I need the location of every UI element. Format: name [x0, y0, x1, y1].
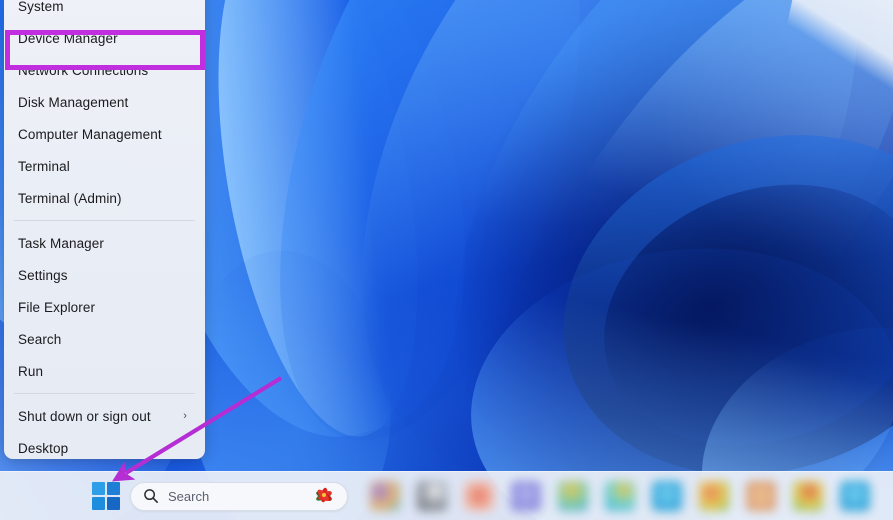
menu-list: System Device Manager Network Connection…: [4, 0, 205, 459]
wallpaper-ribbon: [184, 0, 452, 452]
start-button[interactable]: [90, 481, 122, 511]
menu-item-label: Terminal: [18, 159, 193, 174]
menu-item-label: Settings: [18, 268, 193, 283]
wallpaper-ribbon: [567, 141, 893, 489]
menu-item-terminal-admin[interactable]: Terminal (Admin): [4, 182, 205, 214]
menu-item-computer-management[interactable]: Computer Management: [4, 118, 205, 150]
menu-item-system[interactable]: System: [4, 0, 205, 22]
menu-item-label: Shut down or sign out: [18, 409, 183, 424]
taskbar-icon-4[interactable]: [511, 481, 541, 511]
desktop-screen: System Device Manager Network Connection…: [0, 0, 893, 520]
taskbar-icon-2[interactable]: [417, 481, 447, 511]
menu-item-label: System: [18, 0, 193, 14]
menu-item-file-explorer[interactable]: File Explorer: [4, 291, 205, 323]
taskbar-icon-6[interactable]: [605, 481, 635, 511]
menu-item-run[interactable]: Run: [4, 355, 205, 387]
menu-item-disk-management[interactable]: Disk Management: [4, 86, 205, 118]
taskbar: Search: [0, 471, 893, 520]
taskbar-icon-3[interactable]: [464, 481, 494, 511]
windows-logo-icon: [92, 482, 121, 511]
taskbar-icon-10[interactable]: [793, 481, 823, 511]
wallpaper-ribbon: [364, 0, 893, 520]
menu-separator: [14, 220, 195, 221]
taskbar-icon-11[interactable]: [840, 481, 870, 511]
taskbar-icon-8[interactable]: [699, 481, 729, 511]
menu-item-label: Network Connections: [18, 63, 193, 78]
wallpaper-ribbon: [222, 0, 637, 474]
chevron-right-icon: ›: [183, 410, 187, 422]
menu-separator: [14, 393, 195, 394]
search-input[interactable]: Search: [168, 489, 313, 504]
taskbar-icon-5[interactable]: [558, 481, 588, 511]
menu-item-search[interactable]: Search: [4, 323, 205, 355]
taskbar-icon-7[interactable]: [652, 481, 682, 511]
menu-item-settings[interactable]: Settings: [4, 259, 205, 291]
menu-item-label: Disk Management: [18, 95, 193, 110]
wallpaper-ribbon: [519, 83, 893, 520]
menu-item-terminal[interactable]: Terminal: [4, 150, 205, 182]
taskbar-icon-9[interactable]: [746, 481, 776, 511]
taskbar-icon-1[interactable]: [370, 481, 400, 511]
menu-item-label: Search: [18, 332, 193, 347]
wallpaper-ribbon: [448, 0, 893, 490]
menu-item-label: Run: [18, 364, 193, 379]
menu-item-network-connections[interactable]: Network Connections: [4, 54, 205, 86]
winx-power-user-menu[interactable]: System Device Manager Network Connection…: [4, 0, 205, 459]
menu-item-label: File Explorer: [18, 300, 193, 315]
menu-item-desktop[interactable]: Desktop: [4, 432, 205, 459]
menu-item-label: Computer Management: [18, 127, 193, 142]
menu-item-device-manager[interactable]: Device Manager: [4, 22, 205, 54]
taskbar-left-cluster: Search: [90, 481, 348, 511]
menu-item-task-manager[interactable]: Task Manager: [4, 227, 205, 259]
menu-item-label: Device Manager: [18, 31, 193, 46]
poinsettia-flower-icon[interactable]: [313, 486, 335, 506]
wallpaper-corner-highlight: [772, 0, 893, 121]
menu-item-shut-down-or-sign-out[interactable]: Shut down or sign out ›: [4, 400, 205, 432]
menu-item-label: Task Manager: [18, 236, 193, 251]
taskbar-pinned-icons: [370, 481, 870, 511]
menu-item-label: Terminal (Admin): [18, 191, 193, 206]
menu-item-label: Desktop: [18, 441, 193, 456]
search-icon: [143, 488, 159, 504]
taskbar-search-box[interactable]: Search: [130, 482, 348, 511]
wallpaper-ribbon: [260, 0, 893, 520]
